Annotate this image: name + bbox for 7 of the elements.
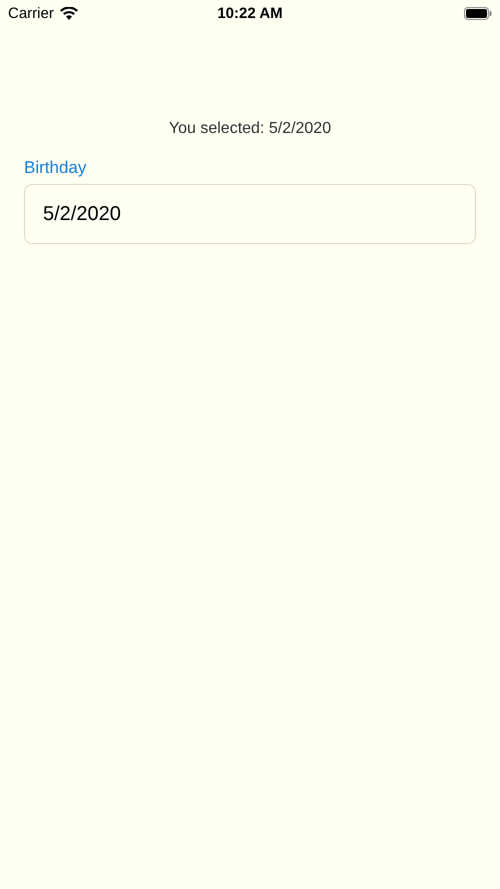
clock-time: 10:22 AM	[217, 4, 283, 22]
field-label: Birthday	[24, 158, 88, 178]
date-field[interactable]: 5/2/2020	[24, 184, 476, 244]
wifi-icon	[60, 6, 78, 20]
selection-text: You selected: 5/2/2020	[168, 120, 332, 138]
battery-icon	[464, 6, 492, 20]
carrier-name: Carrier	[8, 4, 54, 22]
